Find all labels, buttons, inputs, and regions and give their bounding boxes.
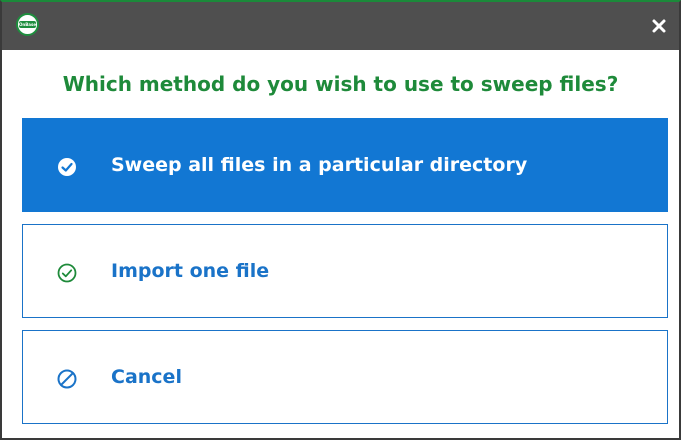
- check-circle-icon: [58, 158, 76, 176]
- app-logo-icon: OnBase: [16, 13, 39, 36]
- title-bar[interactable]: OnBase: [2, 2, 679, 50]
- sweep-directory-option[interactable]: Sweep all files in a particular director…: [22, 118, 668, 212]
- check-circle-icon: [57, 263, 77, 283]
- import-one-file-option[interactable]: Import one file: [22, 224, 668, 318]
- close-icon: [652, 19, 666, 33]
- dialog-question: Which method do you wish to use to sweep…: [62, 72, 619, 96]
- cancel-label: Cancel: [111, 366, 182, 388]
- import-one-file-label: Import one file: [111, 260, 270, 282]
- close-button[interactable]: [639, 2, 679, 50]
- cancel-option[interactable]: Cancel: [22, 330, 668, 424]
- sweep-method-dialog: OnBase Which method do you wish to use t…: [0, 0, 681, 440]
- sweep-directory-label: Sweep all files in a particular director…: [111, 154, 528, 176]
- cancel-icon: [57, 369, 77, 389]
- logo-text: OnBase: [18, 22, 37, 27]
